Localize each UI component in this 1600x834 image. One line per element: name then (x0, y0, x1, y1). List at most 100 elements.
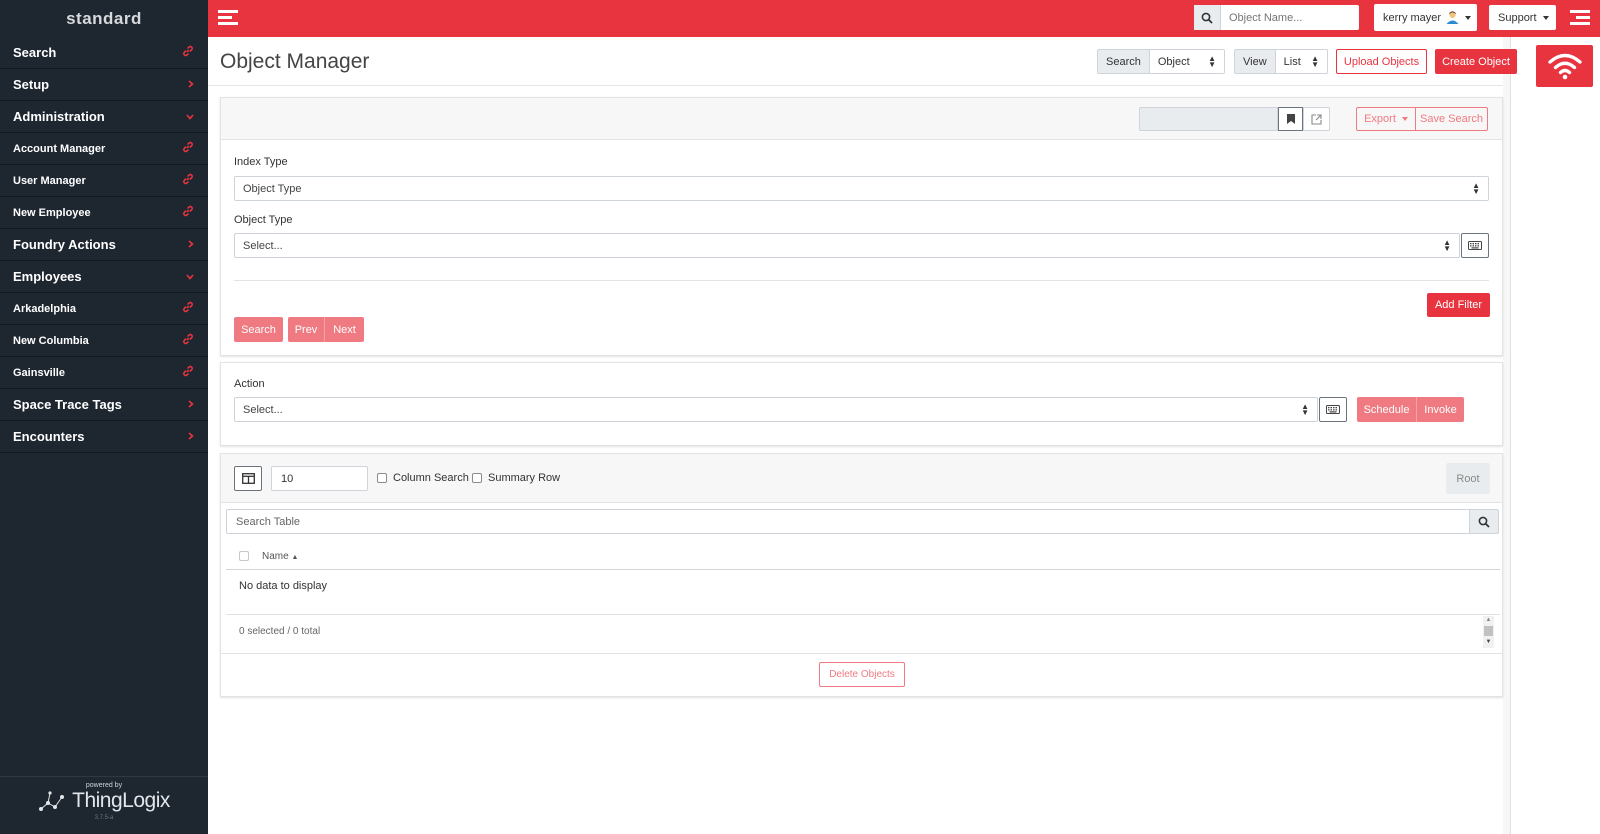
sidebar-item-label: New Employee (13, 206, 91, 219)
keyboard-icon[interactable] (1319, 397, 1347, 422)
table-search-input[interactable]: Search Table (226, 509, 1470, 534)
chevron-down-icon (1465, 15, 1472, 20)
action-card: Action Select... ▲ ▼ Schedule Invoke (220, 362, 1503, 446)
column-header-name[interactable]: Name ▲ (262, 551, 298, 562)
thinglogix-logo-icon (39, 791, 65, 811)
index-type-select[interactable]: Object Type ▲ ▼ (234, 176, 1489, 201)
column-search-toggle[interactable]: Column Search (377, 472, 469, 484)
external-link-icon[interactable] (1303, 107, 1330, 131)
search-icon[interactable] (1194, 5, 1221, 30)
scroll-up-icon[interactable]: ▲ (1483, 616, 1494, 624)
select-all-checkbox[interactable] (239, 551, 249, 561)
sidebar-item-label: Administration (13, 109, 105, 124)
action-select[interactable]: Select... ▲ ▼ (234, 397, 1318, 422)
sidebar-item-arkadelphia[interactable]: Arkadelphia (0, 293, 208, 325)
prev-button[interactable]: Prev (288, 317, 325, 342)
search-icon[interactable] (1470, 509, 1499, 534)
wifi-icon (1547, 53, 1582, 80)
sidebar-item-label: User Manager (13, 174, 86, 187)
chevron-right-icon (188, 399, 194, 411)
object-type-select[interactable]: Select... ▲ ▼ (234, 233, 1460, 258)
export-dropdown-button[interactable]: Export (1356, 107, 1416, 131)
view-select[interactable]: View List ▲ ▼ (1234, 49, 1328, 74)
scroll-down-icon[interactable]: ▼ (1483, 638, 1494, 646)
action-value: Select... (243, 403, 283, 416)
user-name: kerry mayer (1383, 11, 1442, 24)
sidebar-item-gainsville[interactable]: Gainsville (0, 357, 208, 389)
sort-asc-icon: ▲ (291, 553, 299, 561)
sidebar-item-foundry-actions[interactable]: Foundry Actions (0, 229, 208, 261)
menu-toggle-icon[interactable] (218, 9, 238, 27)
sidebar-item-space-trace-tags[interactable]: Space Trace Tags (0, 389, 208, 421)
sidebar-item-label: Foundry Actions (13, 237, 116, 252)
chevron-down-icon (186, 271, 194, 283)
sidebar-item-label: New Columbia (13, 334, 89, 347)
table-card: 10 Column Search Summary Row Root Search… (220, 453, 1503, 697)
sidebar-item-label: Gainsville (13, 366, 65, 379)
summary-row-toggle[interactable]: Summary Row (472, 472, 560, 484)
sidebar-item-account-manager[interactable]: Account Manager (0, 133, 208, 165)
selection-count: 0 selected / 0 total (239, 626, 321, 637)
link-icon (182, 333, 194, 348)
root-button[interactable]: Root (1446, 463, 1490, 494)
save-search-button[interactable]: Save Search (1416, 107, 1488, 131)
top-bar: kerry mayer Support (208, 0, 1600, 37)
chevron-down-icon (1542, 15, 1549, 20)
link-icon (182, 173, 194, 188)
chevron-down-icon (1401, 117, 1408, 121)
right-panel-toggle-icon[interactable] (1570, 9, 1590, 27)
sidebar-item-new-columbia[interactable]: New Columbia (0, 325, 208, 357)
sidebar-item-user-manager[interactable]: User Manager (0, 165, 208, 197)
search-button[interactable]: Search (234, 317, 283, 342)
chevron-down-icon (186, 111, 194, 123)
table-scrollbar[interactable]: ▲ ▼ (1483, 616, 1494, 648)
sidebar-item-employees[interactable]: Employees (0, 261, 208, 293)
keyboard-icon[interactable] (1461, 233, 1489, 258)
view-value: List (1283, 55, 1301, 68)
invoke-button[interactable]: Invoke (1417, 397, 1464, 422)
page-size-input[interactable]: 10 (271, 466, 368, 491)
table-bottom-divider (221, 653, 1502, 654)
table-footer-divider (226, 614, 1500, 615)
schedule-button[interactable]: Schedule (1357, 397, 1417, 422)
scroll-thumb[interactable] (1484, 626, 1493, 636)
company-name: ThingLogix (72, 789, 170, 812)
empty-table-message: No data to display (239, 580, 328, 592)
sidebar-item-label: Arkadelphia (13, 302, 76, 315)
search-type-value: Object (1157, 55, 1190, 68)
sidebar-item-label: Space Trace Tags (13, 397, 122, 412)
chevron-right-icon (188, 431, 194, 443)
summary-row-checkbox[interactable] (472, 473, 482, 483)
sidebar-item-search[interactable]: Search (0, 37, 208, 69)
create-object-button[interactable]: Create Object (1435, 49, 1517, 74)
main-scrollbar[interactable] (1503, 37, 1510, 834)
delete-objects-button[interactable]: Delete Objects (819, 662, 905, 687)
sidebar-nav: Search Setup Administration Account Manager… (0, 37, 208, 453)
object-type-value: Select... (243, 239, 283, 252)
sidebar-item-setup[interactable]: Setup (0, 69, 208, 101)
search-type-select[interactable]: Search Object ▲ ▼ (1097, 49, 1225, 74)
columns-icon[interactable] (234, 466, 262, 491)
add-filter-button[interactable]: Add Filter (1427, 293, 1490, 317)
chevron-right-icon (188, 239, 194, 251)
sidebar-item-administration[interactable]: Administration (0, 101, 208, 133)
search-type-label: Search (1098, 50, 1150, 73)
object-name-input[interactable] (1221, 5, 1357, 30)
connection-status-button[interactable] (1536, 45, 1593, 87)
upload-objects-button[interactable]: Upload Objects (1336, 49, 1427, 74)
filter-divider (234, 280, 1489, 281)
next-button[interactable]: Next (325, 317, 364, 342)
bookmark-icon[interactable] (1278, 107, 1303, 131)
view-label: View (1235, 50, 1276, 73)
action-label: Action (234, 378, 265, 390)
table-header-row: Name ▲ (226, 543, 1500, 570)
sidebar-item-new-employee[interactable]: New Employee (0, 197, 208, 229)
sidebar-item-encounters[interactable]: Encounters (0, 421, 208, 453)
column-search-label: Column Search (393, 472, 469, 484)
user-menu-button[interactable]: kerry mayer (1374, 4, 1477, 31)
object-type-label: Object Type (234, 214, 293, 226)
support-menu-button[interactable]: Support (1489, 5, 1556, 30)
column-search-checkbox[interactable] (377, 473, 387, 483)
saved-search-field[interactable] (1139, 107, 1278, 131)
brand-logo[interactable]: standard (0, 0, 208, 37)
